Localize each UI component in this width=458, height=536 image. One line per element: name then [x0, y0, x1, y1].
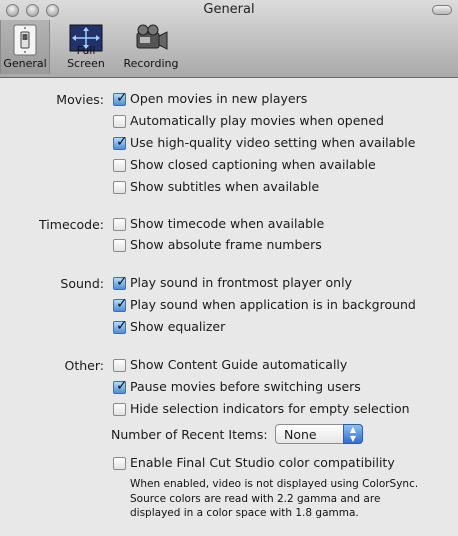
movies-label: Movies: — [56, 92, 104, 107]
checkbox-box[interactable] — [113, 403, 126, 416]
tab-full-screen[interactable]: Full Screen — [56, 20, 116, 74]
checkbox-box[interactable]: ✓ — [113, 134, 128, 150]
tab-recording-label: Recording — [123, 57, 179, 70]
timecode-label: Timecode: — [39, 217, 104, 232]
checkbox-box[interactable] — [113, 457, 126, 470]
checkmark-icon: ✓ — [116, 378, 128, 394]
checkmark-icon: ✓ — [116, 274, 128, 290]
checkmark-icon: ✓ — [116, 134, 128, 150]
colorsync-note: When enabled, video is not displayed usi… — [130, 478, 419, 519]
option-label[interactable]: Enable Final Cut Studio color compatibil… — [130, 455, 395, 470]
window-title: General — [203, 2, 255, 17]
option-label[interactable]: Hide selection indicators for empty sele… — [130, 401, 410, 416]
popup-arrows-icon: ▲ ▼ — [343, 424, 363, 444]
light-switch-icon — [13, 24, 37, 56]
option-label[interactable]: Play sound in frontmost player only — [130, 275, 352, 290]
option-label[interactable]: Show Content Guide automatically — [130, 357, 347, 372]
video-camera-icon — [136, 24, 168, 50]
recent-items-popup[interactable]: None ▲ ▼ — [275, 424, 363, 444]
checkbox-box[interactable]: ✓ — [113, 318, 128, 334]
option-label[interactable]: Show equalizer — [130, 319, 225, 334]
checkmark-icon: ✓ — [116, 318, 128, 334]
checkbox-box[interactable] — [113, 359, 126, 372]
option-label[interactable]: Open movies in new players — [130, 91, 307, 106]
sound-label: Sound: — [60, 276, 104, 291]
option-label[interactable]: Show closed captioning when available — [130, 157, 376, 172]
option-label[interactable]: Show absolute frame numbers — [130, 237, 322, 252]
checkmark-icon: ✓ — [116, 296, 128, 312]
recent-items-value: None — [284, 427, 317, 442]
tab-recording[interactable]: Recording — [122, 20, 180, 74]
checkbox-box[interactable] — [113, 115, 126, 128]
option-label[interactable]: Use high-quality video setting when avai… — [130, 135, 415, 150]
option-label[interactable]: Show timecode when available — [130, 216, 324, 231]
checkbox-box[interactable]: ✓ — [113, 378, 128, 394]
toolbar-toggle-button[interactable] — [432, 5, 452, 15]
recent-items-label: Number of Recent Items: — [111, 427, 268, 442]
checkbox-box[interactable]: ✓ — [113, 274, 128, 290]
option-label[interactable]: Pause movies before switching users — [130, 379, 361, 394]
option-label[interactable]: Play sound when application is in backgr… — [130, 297, 416, 312]
checkbox-box[interactable] — [113, 239, 126, 252]
checkbox-box[interactable]: ✓ — [113, 90, 128, 106]
checkbox-box[interactable] — [113, 218, 126, 231]
option-label[interactable]: Automatically play movies when opened — [130, 113, 384, 128]
tab-general[interactable]: General — [0, 20, 50, 74]
tab-general-label: General — [3, 57, 47, 70]
other-label: Other: — [64, 358, 104, 373]
checkbox-box[interactable] — [113, 181, 126, 194]
checkmark-icon: ✓ — [116, 90, 128, 106]
window-toolbar: General General Full Screen Recording — [0, 0, 458, 78]
checkbox-box[interactable]: ✓ — [113, 296, 128, 312]
tab-full-screen-label: Full Screen — [67, 44, 105, 70]
option-label[interactable]: Show subtitles when available — [130, 179, 319, 194]
checkbox-box[interactable] — [113, 159, 126, 172]
